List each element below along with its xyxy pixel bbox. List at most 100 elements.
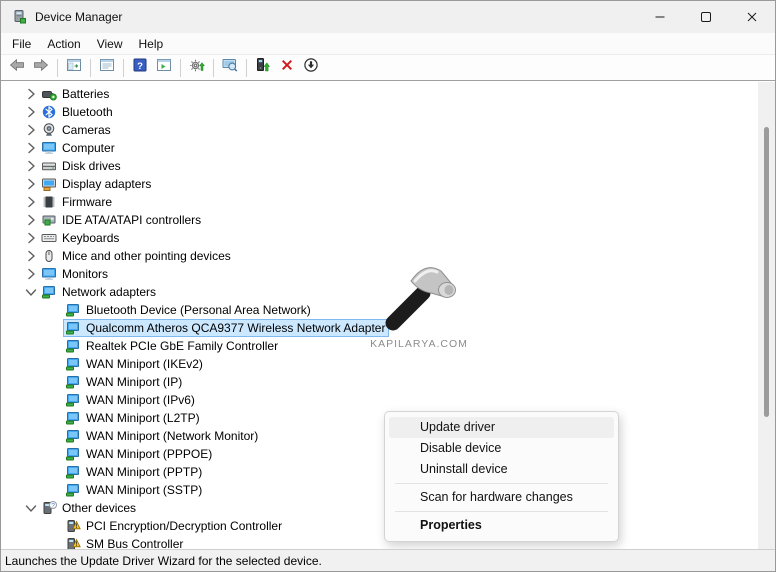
tree-item-content[interactable]: Disk drives <box>39 157 125 175</box>
tree-item[interactable]: WAN Miniport (SSTP) <box>1 481 758 499</box>
tree-item-content[interactable]: Bluetooth <box>39 103 117 121</box>
chevron-right-icon[interactable] <box>23 194 39 210</box>
uninstall-device-button[interactable] <box>275 57 299 79</box>
battery-icon <box>41 86 57 102</box>
tree-item[interactable]: Bluetooth <box>1 103 758 121</box>
chevron-right-icon[interactable] <box>23 86 39 102</box>
tree-item-content[interactable]: Network adapters <box>39 283 160 301</box>
tree-item[interactable]: ! SM Bus Controller <box>1 535 758 549</box>
tree-item-content[interactable]: WAN Miniport (IKEv2) <box>63 355 207 373</box>
tree-item[interactable]: ! PCI Encryption/Decryption Controller <box>1 517 758 535</box>
tree-item-content[interactable]: WAN Miniport (PPPOE) <box>63 445 216 463</box>
tree-item[interactable]: WAN Miniport (IKEv2) <box>1 355 758 373</box>
tree-item[interactable]: WAN Miniport (IP) <box>1 373 758 391</box>
tree-item-content[interactable]: ! PCI Encryption/Decryption Controller <box>63 517 286 535</box>
tree-item[interactable]: Cameras <box>1 121 758 139</box>
tree-item-content[interactable]: Bluetooth Device (Personal Area Network) <box>63 301 315 319</box>
close-button[interactable] <box>729 1 775 33</box>
tree-item[interactable]: IDE ATA/ATAPI controllers <box>1 211 758 229</box>
menu-help[interactable]: Help <box>131 35 172 53</box>
minimize-button[interactable] <box>637 1 683 33</box>
tree-item-content[interactable]: Computer <box>39 139 119 157</box>
tree-item[interactable]: ? Other devices <box>1 499 758 517</box>
tree-item-content[interactable]: WAN Miniport (PPTP) <box>63 463 206 481</box>
chevron-down-icon[interactable] <box>23 284 39 300</box>
tree-item[interactable]: Mice and other pointing devices <box>1 247 758 265</box>
remote-computer-button[interactable] <box>218 57 242 79</box>
tree-item-content[interactable]: Batteries <box>39 85 113 103</box>
show-console-tree-button[interactable] <box>62 57 86 79</box>
svg-text:!: ! <box>76 542 78 548</box>
chevron-right-icon[interactable] <box>23 176 39 192</box>
properties-button[interactable] <box>95 57 119 79</box>
tree-item-content[interactable]: Mice and other pointing devices <box>39 247 235 265</box>
tree-item[interactable]: WAN Miniport (PPTP) <box>1 463 758 481</box>
chevron-right-icon[interactable] <box>23 158 39 174</box>
chevron-right-icon[interactable] <box>23 122 39 138</box>
tree-item-content[interactable]: Keyboards <box>39 229 123 247</box>
network-adapter-icon <box>65 320 81 336</box>
chevron-right-icon[interactable] <box>23 212 39 228</box>
context-menu-item-disable-device[interactable]: Disable device <box>389 438 614 459</box>
selected-tree-item[interactable]: Qualcomm Atheros QCA9377 Wireless Networ… <box>63 319 390 337</box>
tree-item-content[interactable]: WAN Miniport (Network Monitor) <box>63 427 262 445</box>
tree-item-content[interactable]: Firmware <box>39 193 116 211</box>
menu-action[interactable]: Action <box>39 35 88 53</box>
vertical-scrollbar[interactable] <box>758 82 775 549</box>
context-menu-item-update-driver[interactable]: Update driver <box>389 417 614 438</box>
tree-item[interactable]: Network adapters <box>1 283 758 301</box>
tree-item[interactable]: WAN Miniport (PPPOE) <box>1 445 758 463</box>
chevron-right-icon[interactable] <box>23 230 39 246</box>
svg-text:!: ! <box>76 524 78 530</box>
tree-item[interactable]: Firmware <box>1 193 758 211</box>
help-button[interactable]: ? <box>128 57 152 79</box>
chevron-right-icon[interactable] <box>23 266 39 282</box>
forward-button[interactable] <box>29 57 53 79</box>
menu-view[interactable]: View <box>89 35 131 53</box>
tree-item-content[interactable]: Realtek PCIe GbE Family Controller <box>63 337 282 355</box>
tree-item[interactable]: Display adapters <box>1 175 758 193</box>
chevron-down-icon[interactable] <box>23 500 39 516</box>
tree-item-content[interactable]: Monitors <box>39 265 112 283</box>
update-driver-button[interactable] <box>251 57 275 79</box>
tree-item-label: WAN Miniport (PPPOE) <box>86 447 213 461</box>
tree-item-content[interactable]: Cameras <box>39 121 115 139</box>
maximize-button[interactable] <box>683 1 729 33</box>
tree-item-content[interactable]: ! SM Bus Controller <box>63 535 187 549</box>
action-pane-button[interactable] <box>152 57 176 79</box>
tree-item-content[interactable]: WAN Miniport (SSTP) <box>63 481 206 499</box>
tree-item-label: Computer <box>62 141 115 155</box>
disable-device-button[interactable] <box>299 57 323 79</box>
tree-item-content[interactable]: WAN Miniport (IPv6) <box>63 391 199 409</box>
tree-item[interactable]: Monitors <box>1 265 758 283</box>
tree-item[interactable]: WAN Miniport (L2TP) <box>1 409 758 427</box>
scan-hardware-changes-button[interactable] <box>185 57 209 79</box>
tree-item[interactable]: Disk drives <box>1 157 758 175</box>
tree-item[interactable]: Bluetooth Device (Personal Area Network) <box>1 301 758 319</box>
tree-item-content[interactable]: WAN Miniport (L2TP) <box>63 409 204 427</box>
context-menu-item-properties[interactable]: Properties <box>389 515 614 536</box>
back-button[interactable] <box>5 57 29 79</box>
tree-item-label: Other devices <box>62 501 137 515</box>
scrollbar-thumb[interactable] <box>764 127 769 417</box>
tree-item-label: Display adapters <box>62 177 152 191</box>
tree-item[interactable]: WAN Miniport (Network Monitor) <box>1 427 758 445</box>
context-menu-item-uninstall-device[interactable]: Uninstall device <box>389 459 614 480</box>
context-menu-item-scan-for-hardware-changes[interactable]: Scan for hardware changes <box>389 487 614 508</box>
tree-item-content[interactable]: ? Other devices <box>39 499 140 517</box>
tree-item[interactable]: WAN Miniport (IPv6) <box>1 391 758 409</box>
tree-item[interactable]: Computer <box>1 139 758 157</box>
tree-item-content[interactable]: WAN Miniport (IP) <box>63 373 186 391</box>
menu-file[interactable]: File <box>4 35 39 53</box>
chevron-right-icon[interactable] <box>23 248 39 264</box>
tree-item[interactable]: Keyboards <box>1 229 758 247</box>
chevron-right-icon[interactable] <box>23 140 39 156</box>
tree-item-content[interactable]: IDE ATA/ATAPI controllers <box>39 211 205 229</box>
tree-item[interactable]: Batteries <box>1 85 758 103</box>
tree-item-content[interactable]: Display adapters <box>39 175 155 193</box>
tree-item[interactable]: Realtek PCIe GbE Family Controller <box>1 337 758 355</box>
chevron-right-icon[interactable] <box>23 104 39 120</box>
remote-computer-icon <box>222 57 238 78</box>
toolbar-separator <box>180 58 181 77</box>
tree-item[interactable]: Qualcomm Atheros QCA9377 Wireless Networ… <box>1 319 758 337</box>
